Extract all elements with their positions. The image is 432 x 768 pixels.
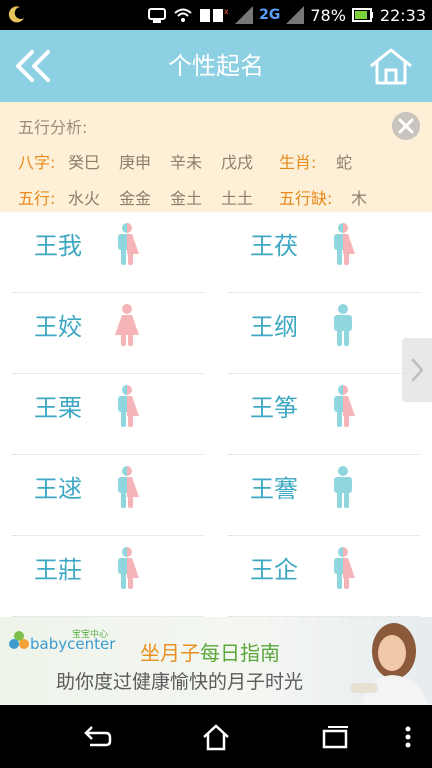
name-text: 王筝	[250, 394, 298, 422]
name-card[interactable]: 王莊	[12, 536, 204, 617]
bazi-year: 癸巳	[68, 153, 101, 172]
banner-headline-b: 每日指南	[200, 641, 280, 665]
name-text: 王栗	[34, 394, 82, 422]
name-card[interactable]: 王謇	[228, 455, 420, 536]
name-text: 王謇	[250, 475, 298, 503]
next-page-tab[interactable]	[402, 338, 432, 402]
missing-value: 木	[351, 189, 368, 208]
zodiac-value: 蛇	[336, 153, 353, 172]
bazi-hour: 戊戌	[221, 153, 254, 172]
zodiac-label: 生肖:	[279, 153, 317, 172]
babycenter-logo-icon	[9, 631, 29, 649]
unisex-icon	[334, 385, 355, 427]
wuxing-row: 五行: 水火 金金 金土 土土 五行缺: 木	[18, 185, 367, 209]
name-text: 王姣	[34, 313, 82, 341]
system-nav-bar	[0, 705, 432, 768]
name-card[interactable]: 王我	[12, 212, 204, 293]
banner-subline: 助你度过健康愉快的月子时光	[56, 671, 304, 693]
usb-icon	[148, 8, 167, 23]
home-icon[interactable]	[368, 46, 414, 86]
overflow-menu-icon[interactable]	[398, 723, 418, 751]
name-card[interactable]: 王企	[228, 536, 420, 617]
male-icon	[334, 304, 352, 346]
bazi-row: 八字: 癸巳 庚申 辛未 戊戌 生肖: 蛇	[18, 149, 352, 173]
back-arrow-icon[interactable]	[82, 723, 112, 751]
unisex-icon	[334, 223, 355, 265]
signal-icon-2	[286, 6, 305, 24]
name-card[interactable]: 王茯	[228, 212, 420, 293]
wuxing-year: 水火	[68, 189, 101, 208]
moon-icon	[8, 6, 24, 23]
name-card[interactable]: 王逑	[12, 455, 204, 536]
wuxing-hour: 土土	[221, 189, 254, 208]
svg-text:x: x	[224, 7, 229, 16]
home-nav-icon[interactable]	[201, 723, 231, 751]
close-icon[interactable]	[392, 112, 420, 140]
name-text: 王逑	[34, 475, 82, 503]
wuxing-label: 五行:	[18, 189, 56, 208]
name-text: 王莊	[34, 556, 82, 584]
recent-apps-icon[interactable]	[320, 723, 350, 751]
wuxing-month: 金金	[119, 189, 152, 208]
status-bar: x 2G 78% 22:33	[0, 0, 432, 30]
banner-ad[interactable]: 宝宝中心 babycenter 坐月子每日指南 助你度过健康愉快的月子时光	[0, 617, 432, 705]
name-card[interactable]: 王栗	[12, 374, 204, 455]
wuxing-analysis-panel: 五行分析: 八字: 癸巳 庚申 辛未 戊戌 生肖: 蛇 五行: 水火 金金 金土…	[0, 102, 432, 212]
unisex-icon	[334, 547, 355, 589]
unisex-icon	[118, 385, 139, 427]
sim-icon: x	[200, 7, 229, 22]
unisex-icon	[118, 466, 139, 508]
bazi-day: 辛未	[170, 153, 203, 172]
name-text: 王我	[34, 232, 82, 260]
analysis-heading: 五行分析:	[18, 118, 88, 137]
battery-percent: 78%	[310, 5, 346, 25]
unisex-icon	[118, 223, 139, 265]
banner-headline: 坐月子每日指南	[140, 637, 280, 666]
bazi-month: 庚申	[119, 153, 152, 172]
banner-headline-a: 坐月子	[140, 641, 200, 665]
name-text: 王茯	[250, 232, 298, 260]
male-icon	[334, 466, 352, 508]
female-icon	[115, 304, 139, 346]
clock: 22:33	[379, 5, 426, 25]
chevron-right-icon	[411, 358, 424, 382]
signal-icon	[235, 6, 254, 24]
app-header: 个性起名	[0, 30, 432, 102]
wuxing-day: 金土	[170, 189, 203, 208]
brand-en: babycenter	[30, 635, 116, 653]
name-card[interactable]: 王筝	[228, 374, 420, 455]
woman-photo	[350, 623, 428, 705]
name-card[interactable]: 王姣	[12, 293, 204, 374]
network-type: 2G	[259, 7, 281, 23]
battery-icon	[351, 8, 373, 22]
missing-label: 五行缺:	[279, 189, 333, 208]
name-text: 王企	[250, 556, 298, 584]
bazi-label: 八字:	[18, 153, 56, 172]
name-card[interactable]: 王纲	[228, 293, 420, 374]
wifi-icon	[174, 8, 192, 22]
name-grid: 王我 王茯 王姣 王纲 王栗 王筝 王逑 王謇 王莊 王企	[0, 212, 432, 617]
unisex-icon	[118, 547, 139, 589]
name-text: 王纲	[250, 313, 298, 341]
